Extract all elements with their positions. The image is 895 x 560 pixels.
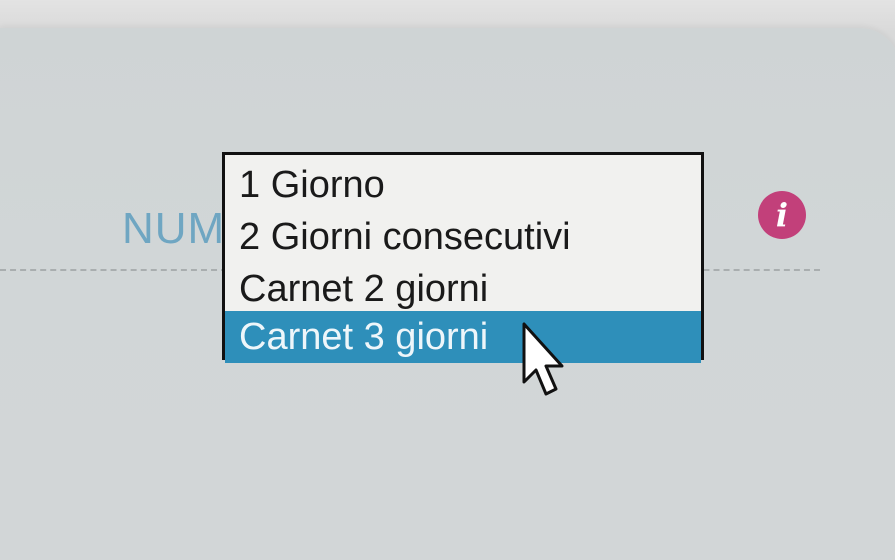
browser-top-strip xyxy=(0,0,895,30)
ticket-type-dropdown-list[interactable]: 1 Giorno 2 Giorni consecutivi Carnet 2 g… xyxy=(222,152,704,363)
screen: NUM i 1 Giorno 2 Giorni consecutivi Carn… xyxy=(0,0,895,560)
ticket-count-label: NUM xyxy=(122,204,226,253)
dropdown-option-carnet-2-giorni[interactable]: Carnet 2 giorni xyxy=(225,263,701,315)
dropdown-option-carnet-3-giorni[interactable]: Carnet 3 giorni xyxy=(225,311,701,363)
dropdown-option-2-giorni-consecutivi[interactable]: 2 Giorni consecutivi xyxy=(225,211,701,263)
info-icon[interactable]: i xyxy=(758,191,806,239)
dropdown-option-1-giorno[interactable]: 1 Giorno xyxy=(225,159,701,211)
mouse-pointer-icon xyxy=(522,322,564,396)
